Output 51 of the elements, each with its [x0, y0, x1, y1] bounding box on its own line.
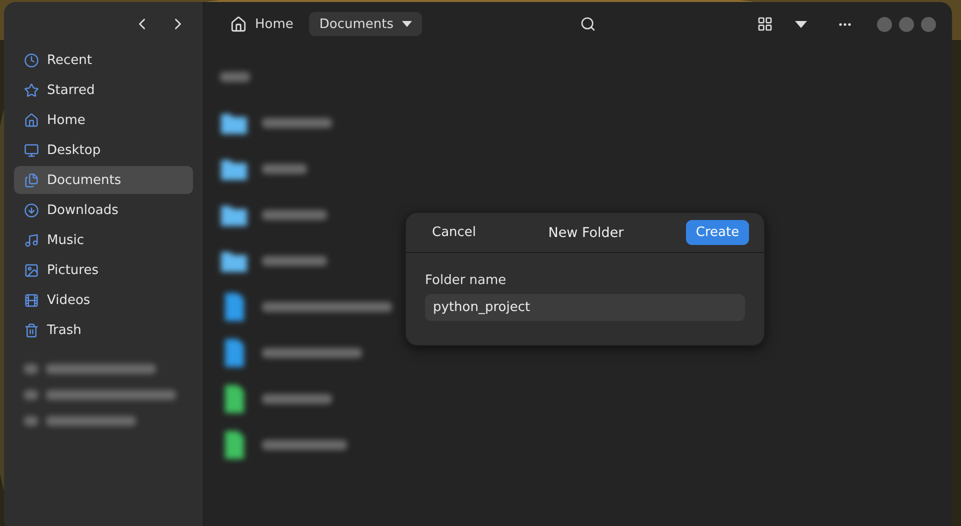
- sidebar-item[interactable]: Starred: [14, 76, 193, 104]
- sidebar-item[interactable]: Home: [14, 106, 193, 134]
- minimize-button[interactable]: [877, 16, 892, 32]
- folder-name-field[interactable]: python_project: [425, 294, 745, 321]
- blurred-text: [262, 118, 332, 128]
- monitor-icon: [24, 142, 39, 158]
- star-icon: [24, 82, 39, 98]
- dropdown-icon: [402, 21, 412, 27]
- sidebar-item[interactable]: Documents: [14, 166, 193, 194]
- blurred-icon: [24, 416, 38, 426]
- sidebar-item[interactable]: Recent: [14, 46, 193, 74]
- sidebar-item[interactable]: Music: [14, 226, 193, 254]
- dialog-title: New Folder: [548, 224, 624, 240]
- documents-icon: [24, 172, 39, 188]
- search-icon: [580, 16, 596, 32]
- folder-icon: [220, 203, 248, 227]
- blurred-text: [262, 164, 307, 174]
- blurred-text: [220, 72, 250, 82]
- sidebar-item[interactable]: Videos: [14, 286, 193, 314]
- folder-icon: [220, 157, 248, 181]
- home-icon: [230, 16, 247, 32]
- sidebar-item[interactable]: Desktop: [14, 136, 193, 164]
- film-icon: [24, 292, 39, 308]
- cancel-button[interactable]: Cancel: [422, 221, 486, 244]
- field-label: Folder name: [425, 273, 508, 288]
- home-icon: [24, 112, 39, 128]
- grid-icon: [757, 16, 774, 32]
- download-icon: [24, 202, 39, 218]
- blurred-icon: [24, 390, 38, 400]
- clock-icon: [24, 52, 39, 68]
- sidebar-item[interactable]: Pictures: [14, 256, 193, 284]
- maximize-button[interactable]: [899, 16, 914, 32]
- music-note-icon: [24, 232, 39, 248]
- blurred-text: [262, 394, 332, 404]
- documents-breadcrumb[interactable]: Documents: [309, 12, 422, 36]
- sidebar-item[interactable]: Downloads: [14, 196, 193, 224]
- sidebar-item[interactable]: Trash: [14, 316, 193, 344]
- home-breadcrumb[interactable]: Home: [220, 12, 304, 36]
- blurred-icon: [24, 364, 38, 374]
- create-button[interactable]: Create: [686, 220, 749, 245]
- blurred-text: [262, 256, 327, 266]
- trash-icon: [24, 322, 39, 338]
- dropdown-icon: [795, 20, 808, 28]
- more-icon: [839, 22, 852, 26]
- view-options-button[interactable]: [793, 18, 810, 30]
- image-icon: [24, 262, 39, 278]
- blurred-text: [262, 210, 327, 220]
- menu-button[interactable]: [837, 20, 854, 28]
- folder-icon: [220, 249, 248, 273]
- close-button[interactable]: [921, 16, 936, 32]
- folder-icon: [220, 111, 248, 135]
